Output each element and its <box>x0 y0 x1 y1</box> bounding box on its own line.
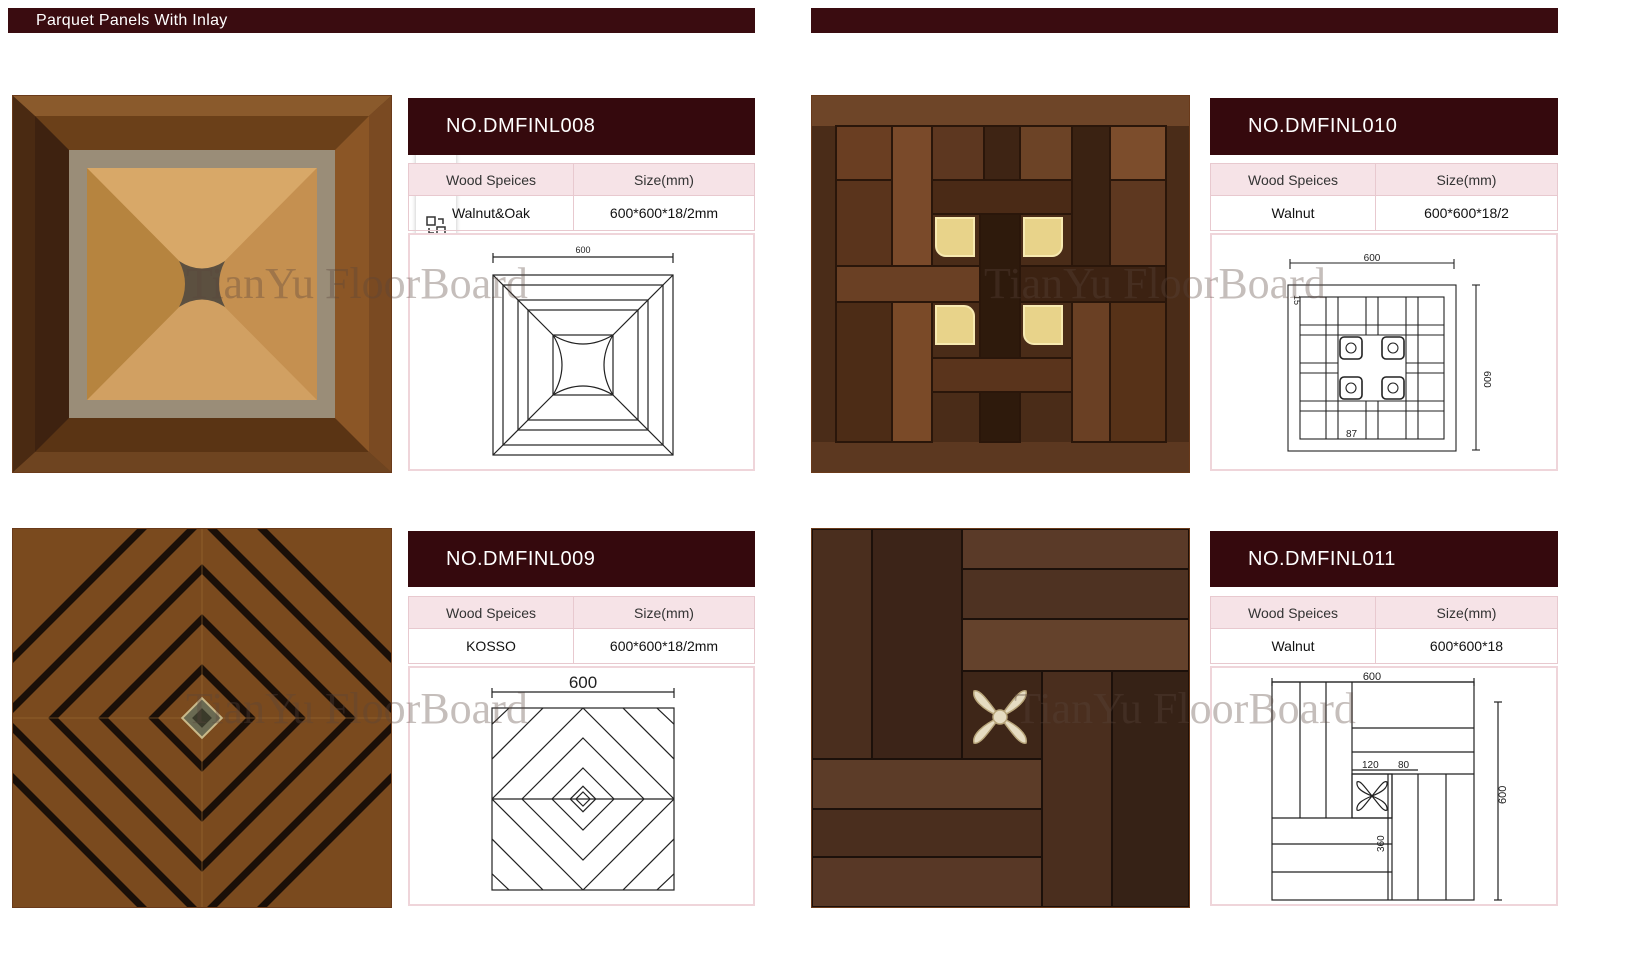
spec-header-wood: Wood Speices <box>1210 596 1376 629</box>
product-photo-dmfinl008 <box>12 95 392 473</box>
spec-size-value: 600*600*18/2mm <box>573 195 755 231</box>
spec-size-value: 600*600*18/2 <box>1375 195 1558 231</box>
section-title: Parquet Panels With Inlay <box>36 12 228 29</box>
section-banner-left: Parquet Panels With Inlay <box>8 8 755 33</box>
spec-wood-value: Walnut <box>1210 195 1376 231</box>
dimension-label: 600 <box>575 245 590 255</box>
product-code-header: NO.DMFINL008 <box>408 98 755 155</box>
spec-table: Wood Speices Size(mm) Walnut&Oak 600*600… <box>408 163 755 231</box>
product-photo-dmfinl011 <box>811 528 1190 908</box>
dimension-label: 360 <box>1376 835 1387 852</box>
section-title-right <box>811 12 839 29</box>
section-banner-right <box>811 8 1558 33</box>
spec-wood-value: Walnut&Oak <box>408 195 574 231</box>
product-code: NO.DMFINL010 <box>1248 115 1398 137</box>
technical-drawing: 600 <box>408 233 755 471</box>
dimension-label: 600 <box>1363 671 1381 683</box>
product-code-header: NO.DMFINL011 <box>1210 531 1558 587</box>
dimension-label: 15 <box>1292 295 1302 305</box>
spec-wood-value: Walnut <box>1210 628 1376 664</box>
dimension-label: 600 <box>1481 371 1492 388</box>
technical-drawing: 600 <box>408 666 755 906</box>
spec-header-size: Size(mm) <box>573 596 755 629</box>
product-photo-dmfinl009 <box>12 528 392 908</box>
spec-header-size: Size(mm) <box>573 163 755 196</box>
product-code-header: NO.DMFINL010 <box>1210 98 1558 155</box>
product-code: NO.DMFINL011 <box>1248 547 1396 570</box>
spec-header-wood: Wood Speices <box>1210 163 1376 196</box>
technical-drawing: 600 600 15 87 <box>1210 233 1558 471</box>
dimension-label: 600 <box>1497 786 1509 804</box>
spec-size-value: 600*600*18 <box>1375 628 1558 664</box>
spec-table: Wood Speices Size(mm) Walnut 600*600*18/… <box>1210 163 1558 231</box>
dimension-label: 600 <box>569 673 597 692</box>
product-photo-dmfinl010 <box>811 95 1190 473</box>
spec-header-wood: Wood Speices <box>408 163 574 196</box>
spec-size-value: 600*600*18/2mm <box>573 628 755 664</box>
dimension-label: 87 <box>1346 429 1358 440</box>
spec-header-wood: Wood Speices <box>408 596 574 629</box>
dimension-label: 120 <box>1362 760 1379 771</box>
product-code-header: NO.DMFINL009 <box>408 531 755 587</box>
spec-header-size: Size(mm) <box>1375 163 1558 196</box>
technical-drawing: 600 600 120 80 360 <box>1210 666 1558 906</box>
dimension-label: 80 <box>1398 760 1410 771</box>
product-code: NO.DMFINL008 <box>446 115 596 137</box>
spec-header-size: Size(mm) <box>1375 596 1558 629</box>
spec-wood-value: KOSSO <box>408 628 574 664</box>
dimension-label: 600 <box>1364 253 1381 264</box>
spec-table: Wood Speices Size(mm) KOSSO 600*600*18/2… <box>408 596 755 664</box>
spec-table: Wood Speices Size(mm) Walnut 600*600*18 <box>1210 596 1558 664</box>
product-code: NO.DMFINL009 <box>446 547 596 570</box>
